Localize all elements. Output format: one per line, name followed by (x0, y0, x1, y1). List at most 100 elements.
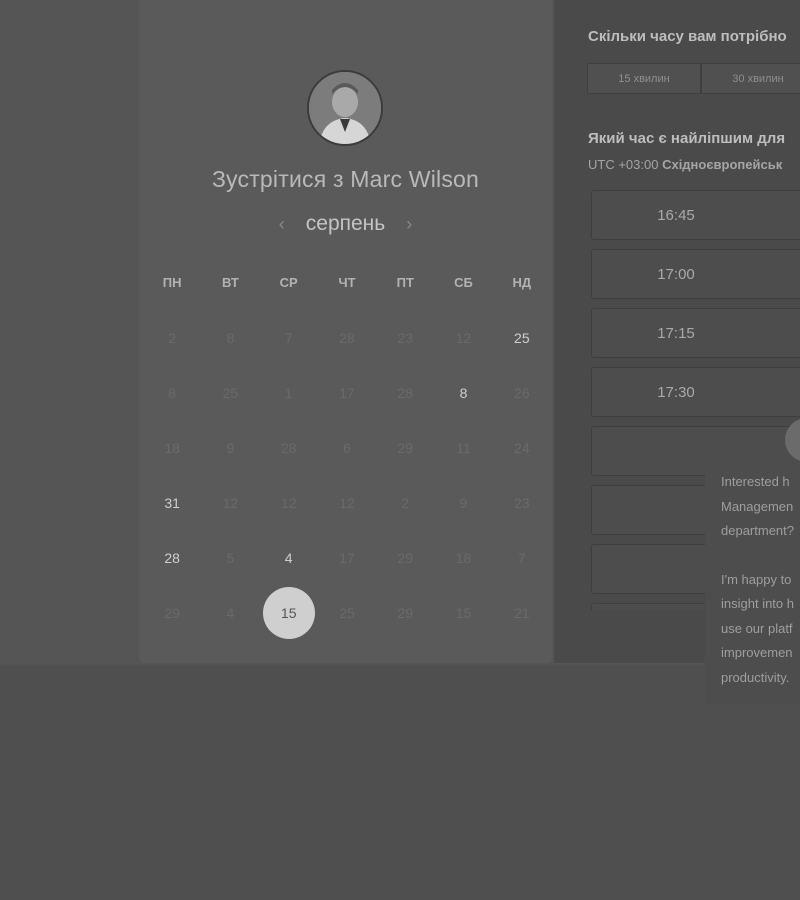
calendar-day[interactable]: 28 (143, 530, 201, 585)
calendar-day-number: 21 (514, 604, 530, 621)
calendar-day: 29 (143, 585, 201, 640)
calendar-card: Зустрітися з Marc Wilson ‹ серпень › ПН … (139, 0, 552, 663)
calendar-day: 15 (434, 585, 492, 640)
chevron-right-icon[interactable]: › (399, 214, 419, 235)
calendar-day: 28 (318, 310, 376, 365)
timezone-label: UTC +03:00 Східноєвропейськ (588, 157, 782, 172)
duration-question: Скільки часу вам потрібно (588, 28, 787, 45)
calendar-day: 23 (493, 475, 551, 530)
time-slot[interactable]: 17:30 (591, 367, 800, 417)
calendar-day[interactable]: 15 (260, 585, 318, 640)
calendar-day-number: 2 (168, 329, 177, 346)
calendar-day-number: 25 (222, 384, 239, 401)
calendar-day-number: 6 (343, 439, 351, 456)
calendar-day-number: 29 (397, 604, 414, 621)
calendar-day-number: 18 (164, 439, 180, 456)
calendar-day-number: 17 (339, 549, 355, 566)
calendar-day-number: 25 (339, 604, 355, 621)
chat-line: insight into h (721, 596, 794, 611)
calendar-week: 31 12 12 12 2 9 23 (143, 475, 551, 530)
weekday-label: СБ (454, 275, 473, 290)
calendar-day: 29 (376, 420, 434, 475)
calendar-day: 2 (376, 475, 434, 530)
calendar-day-number: 28 (339, 329, 355, 346)
calendar-day-number: 11 (456, 439, 471, 456)
calendar-day: 7 (260, 310, 318, 365)
calendar-day: 4 (201, 585, 259, 640)
calendar-day-number: 18 (455, 549, 472, 566)
calendar-week: 8 25 1 17 28 8 26 (143, 365, 551, 420)
duration-option-15[interactable]: 15 хвилин (587, 63, 701, 94)
calendar-day-number: 15 (455, 604, 472, 621)
calendar-day[interactable]: 25 (493, 310, 551, 365)
calendar-day: 25 (201, 365, 259, 420)
month-label: серпень (305, 212, 386, 235)
calendar-day: 18 (143, 420, 201, 475)
calendar-day-number: 25 (514, 329, 530, 346)
time-slot[interactable]: 16:45 (591, 190, 800, 240)
calendar-day-number: 29 (397, 549, 414, 566)
calendar-day: 28 (260, 420, 318, 475)
calendar-day-number: 7 (517, 549, 526, 566)
calendar-day-number: 12 (280, 494, 297, 511)
calendar-day-number: 1 (284, 384, 293, 401)
calendar-day: 28 (376, 365, 434, 420)
calendar-day[interactable]: 4 (260, 530, 318, 585)
duration-option-30[interactable]: 30 хвилин (701, 63, 800, 94)
calendar-day: 8 (143, 365, 201, 420)
calendar-day: 9 (434, 475, 492, 530)
calendar-day[interactable]: 31 (143, 475, 201, 530)
calendar-day-number: 9 (459, 494, 468, 511)
calendar-day-number: 23 (397, 329, 414, 346)
chat-line: use our platf (721, 620, 793, 636)
calendar-day: 1 (260, 365, 318, 420)
calendar-day: 9 (201, 420, 259, 475)
calendar-day: 7 (493, 530, 551, 585)
chevron-left-icon[interactable]: ‹ (272, 214, 292, 235)
calendar-day: 23 (376, 310, 434, 365)
time-slot[interactable]: 17:00 (591, 249, 800, 299)
calendar-day-number: 28 (280, 439, 297, 456)
chat-popup[interactable]: Interested h Managemen department? I'm h… (705, 440, 800, 705)
calendar-day: 11 (434, 420, 492, 475)
chat-line: productivity. (721, 669, 790, 685)
calendar-day-number: 8 (168, 384, 177, 401)
calendar-day: 26 (493, 365, 551, 420)
calendar-day-number: 4 (226, 604, 235, 621)
host-avatar (307, 70, 383, 146)
calendar-day-number: 12 (455, 329, 472, 346)
calendar-day-number: 15 (280, 604, 297, 621)
chat-line: improvemen (721, 645, 793, 660)
calendar-day: 5 (201, 530, 259, 585)
calendar-grid: 2 8 7 28 23 12 25 8 25 1 17 28 8 26 18 9 28 6 29 11 24 31 12 12… (143, 310, 551, 640)
chat-message-1: Interested h Managemen department? (721, 470, 800, 544)
calendar-day-number: 17 (339, 384, 355, 401)
chat-line: Interested h (721, 474, 790, 489)
calendar-day-number: 29 (397, 439, 414, 456)
calendar-week: 18 9 28 6 29 11 24 (143, 420, 551, 475)
calendar-day: 6 (318, 420, 376, 475)
time-question: Який час є найліпшим для (588, 130, 786, 147)
calendar-day-number: 12 (222, 494, 239, 511)
calendar-day-number: 2 (401, 494, 410, 511)
calendar-day-number: 4 (284, 549, 293, 566)
calendar-day: 12 (260, 475, 318, 530)
calendar-day: 21 (493, 585, 551, 640)
calendar-day[interactable]: 8 (434, 365, 492, 420)
calendar-day-number: 31 (164, 494, 180, 511)
weekday-label: ЧТ (338, 275, 356, 290)
calendar-week: 28 5 4 17 29 18 7 (143, 530, 551, 585)
calendar-day-number: 26 (514, 384, 530, 401)
calendar-day: 24 (493, 420, 551, 475)
calendar-day: 29 (376, 585, 434, 640)
calendar-day-number: 8 (459, 384, 468, 401)
calendar-day: 2 (143, 310, 201, 365)
month-navigation: ‹ серпень › (139, 212, 552, 236)
calendar-day-number: 9 (226, 439, 235, 456)
calendar-day-number: 23 (514, 494, 530, 511)
chat-line: Managemen (721, 498, 794, 514)
calendar-day-number: 12 (339, 494, 355, 511)
time-slot[interactable]: 17:15 (591, 308, 800, 358)
calendar-day-number: 28 (164, 549, 180, 566)
calendar-day: 12 (201, 475, 259, 530)
